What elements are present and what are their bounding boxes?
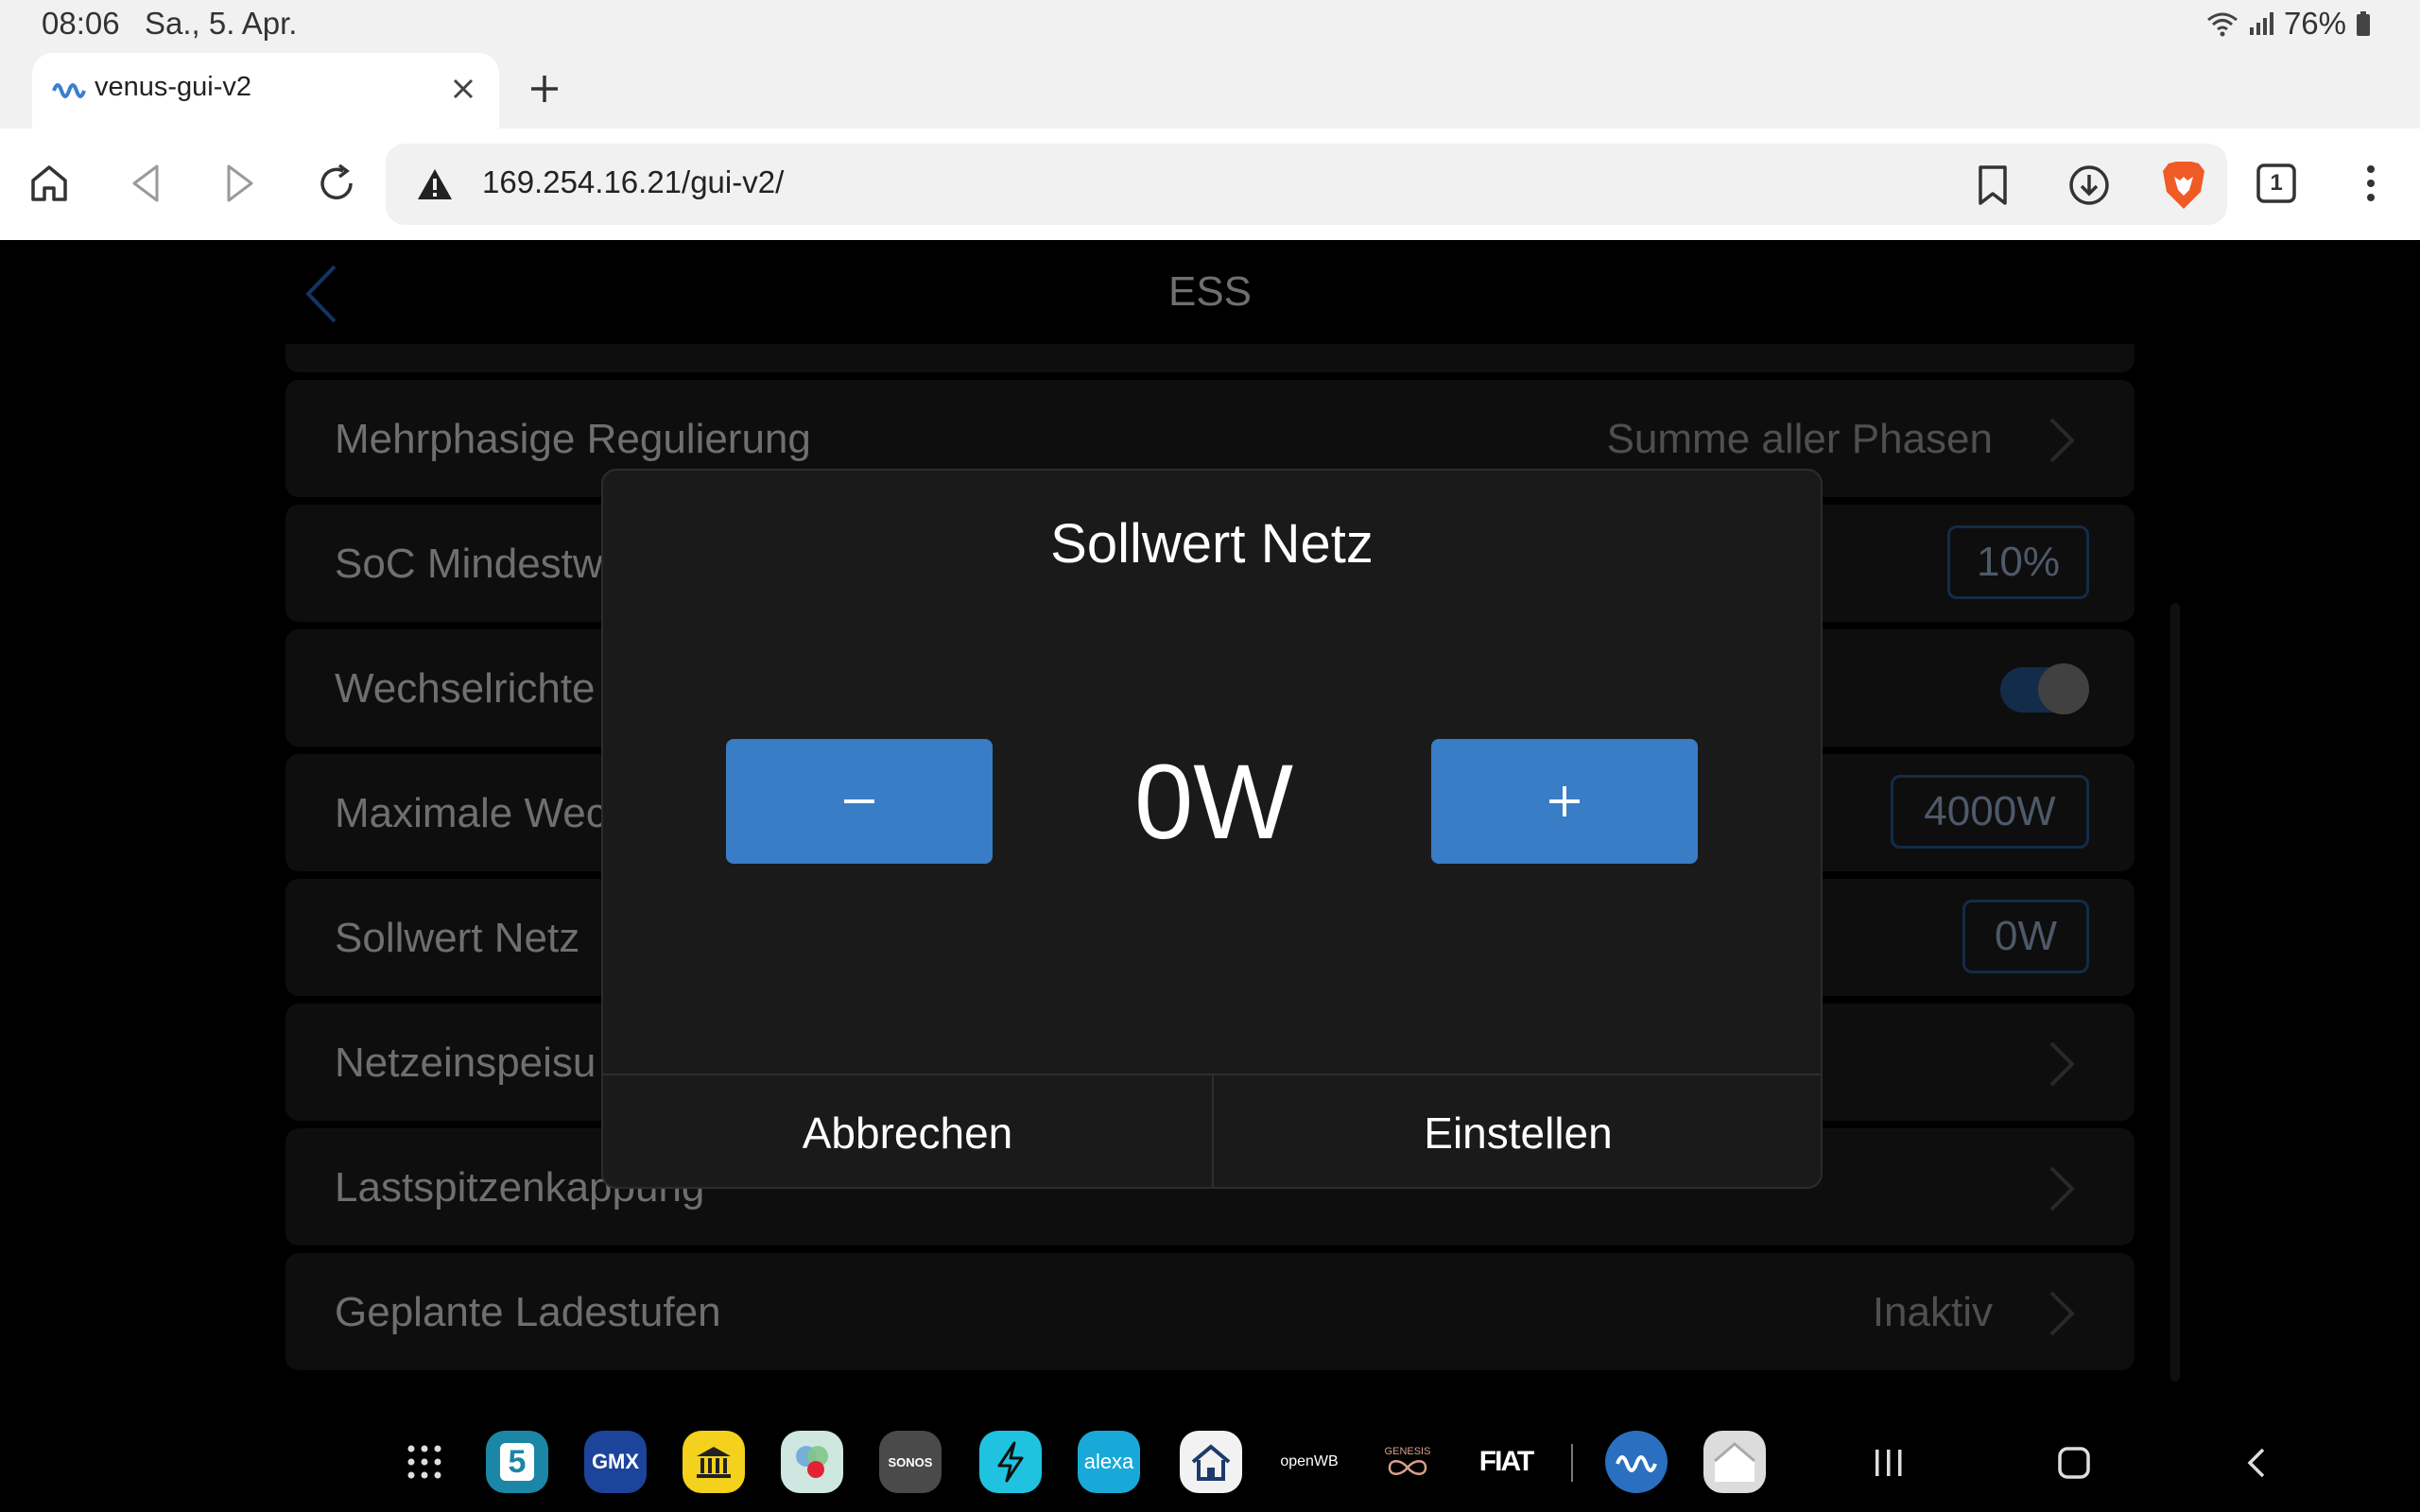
grid-dots-icon [407,1445,441,1479]
cancel-button[interactable]: Abbrechen [603,1075,1212,1187]
apps-grid-icon[interactable] [393,1431,456,1493]
signal-icon [2249,12,2273,35]
home-button[interactable] [23,157,76,210]
genesis-label: GENESIS [1384,1446,1431,1457]
decrement-button[interactable] [726,739,993,864]
lightning-app-icon[interactable] [979,1431,1042,1493]
victron-favicon-icon [52,83,86,98]
tab-count: 1 [2270,170,2283,196]
sonos-app-icon[interactable]: SONOS [879,1431,942,1493]
more-vert-icon [2367,165,2375,201]
building-icon [697,1447,731,1478]
back-chevron-nav-icon [2247,1448,2265,1478]
warning-icon[interactable] [416,166,454,202]
menu-button[interactable] [2344,157,2397,210]
reload-icon [320,163,353,199]
close-tab-icon[interactable] [444,70,482,108]
home-app-icon[interactable] [1180,1431,1242,1493]
new-tab-icon[interactable] [522,66,567,112]
victron-wave-icon [1616,1455,1657,1472]
alexa-app-icon[interactable]: alexa [1078,1431,1140,1493]
download-button[interactable] [2063,159,2116,212]
sonos-label: SONOS [888,1454,933,1469]
address-bar[interactable]: 169.254.16.21/gui-v2/ [386,144,2227,225]
set-button[interactable]: Einstellen [1214,1075,1821,1187]
genesis-app-icon[interactable]: GENESIS [1376,1431,1439,1493]
museum-app-icon[interactable] [683,1431,745,1493]
browser-tab[interactable]: venus-gui-v2 [32,53,499,130]
tab-switcher-button[interactable]: 1 [2250,157,2303,210]
openwb-label: openWB [1280,1453,1339,1469]
openwb-app-icon[interactable]: openWB [1278,1431,1340,1493]
victron-app-icon[interactable] [1605,1431,1668,1493]
dialog-title: Sollwert Netz [1050,513,1374,575]
download-icon [2069,165,2109,205]
url-text[interactable]: 169.254.16.21/gui-v2/ [482,164,784,200]
back-nav-button[interactable] [2231,1436,2284,1489]
back-button[interactable] [119,157,172,210]
android-taskbar: 5 GMX SONOS alexa openWB GENESIS FIAT [0,1395,2420,1512]
minus-icon [844,799,874,803]
recents-icon [1876,1450,1902,1476]
home-icon [31,165,67,201]
brave-lion-icon [2163,162,2204,209]
browser-tab-bar: venus-gui-v2 [0,49,2420,130]
alexa-label: alexa [1083,1450,1134,1473]
setpoint-value: 0W [1134,743,1293,861]
calendar-app-icon[interactable]: 5 [486,1431,548,1493]
home-nav-button[interactable] [2048,1436,2100,1489]
smart-home-app-icon[interactable] [1703,1431,1766,1493]
status-indicators: 76% [2206,6,2371,42]
lightning-icon [997,1441,1024,1483]
tab-title: venus-gui-v2 [95,72,252,102]
browser-toolbar: 169.254.16.21/gui-v2/ 1 [0,129,2420,241]
app-content: ESS Mehrphasige Regulierung Summe aller … [0,240,2420,1395]
overlap-circles-icon [796,1446,828,1478]
recent-apps-button[interactable] [1862,1436,1915,1489]
gmx-label: GMX [591,1450,640,1473]
status-time: 08:06 [42,6,120,41]
taskbar-divider [1571,1444,1573,1482]
fiat-label: FIAT [1478,1446,1534,1477]
circles-app-icon[interactable] [781,1431,843,1493]
home-square-icon [2058,1447,2090,1479]
wifi-icon [2207,12,2238,37]
battery-icon [2357,11,2370,36]
status-bar: 08:06 Sa., 5. Apr. 76% [0,0,2420,49]
battery-percent: 76% [2283,6,2346,41]
bookmark-icon [1979,165,2007,205]
back-arrow-icon [132,164,159,202]
setpoint-dialog: Sollwert Netz 0W Abbrechen Einstellen [601,469,1823,1189]
forward-button[interactable] [214,157,267,210]
increment-button[interactable] [1431,739,1698,864]
calendar-day: 5 [500,1443,534,1481]
reload-button[interactable] [310,157,363,210]
infinity-icon [1388,1460,1427,1475]
gmx-app-icon[interactable]: GMX [584,1431,647,1493]
forward-arrow-icon [227,164,253,202]
plus-icon [1549,786,1580,816]
house-roof-icon [1714,1442,1755,1482]
bookmark-button[interactable] [1966,159,2019,212]
house-icon [1191,1444,1231,1481]
brave-shields-button[interactable] [2157,159,2210,212]
fiat-app-icon[interactable]: FIAT [1475,1431,1537,1493]
status-date: Sa., 5. Apr. [145,6,298,41]
